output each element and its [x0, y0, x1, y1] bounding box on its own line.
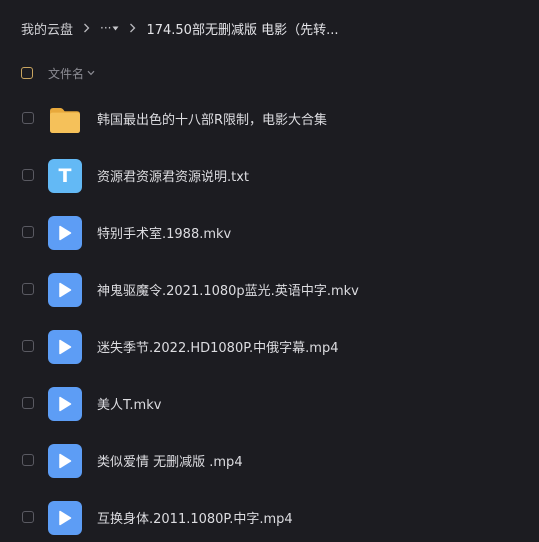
- breadcrumb: 我的云盘 ··· 174.50部无删减版 电影（先转...: [21, 17, 531, 39]
- select-all-checkbox[interactable]: [21, 67, 33, 79]
- folder-icon: [48, 102, 82, 136]
- video-file-icon: [48, 444, 82, 478]
- sort-by-name-button[interactable]: 文件名: [48, 65, 95, 82]
- file-name: 美人T.mkv: [97, 398, 162, 413]
- list-item[interactable]: 类似爱情 无删减版 .mp4: [0, 432, 539, 489]
- row-checkbox[interactable]: [22, 454, 34, 466]
- file-name: 特别手术室.1988.mkv: [97, 227, 232, 242]
- list-item[interactable]: 特别手术室.1988.mkv: [0, 204, 539, 261]
- file-name: 类似爱情 无删减版 .mp4: [97, 455, 243, 470]
- list-header: 文件名: [21, 62, 95, 84]
- list-item[interactable]: 美人T.mkv: [0, 375, 539, 432]
- file-name: 互换身体.2011.1080P.中字.mp4: [97, 512, 293, 527]
- breadcrumb-root[interactable]: 我的云盘: [21, 19, 73, 38]
- column-label: 文件名: [48, 66, 85, 81]
- text-file-glyph: T: [58, 164, 72, 187]
- row-checkbox[interactable]: [22, 340, 34, 352]
- video-file-icon: [48, 387, 82, 421]
- file-name: 韩国最出色的十八部R限制，电影大合集: [97, 113, 328, 128]
- list-item[interactable]: 韩国最出色的十八部R限制，电影大合集: [0, 90, 539, 147]
- list-item[interactable]: T 资源君资源君资源说明.txt: [0, 147, 539, 204]
- row-checkbox[interactable]: [22, 397, 34, 409]
- list-item[interactable]: 迷失季节.2022.HD1080P.中俄字幕.mp4: [0, 318, 539, 375]
- breadcrumb-current-folder[interactable]: 174.50部无删减版 电影（先转...: [146, 19, 338, 38]
- chevron-right-icon: [129, 23, 136, 33]
- more-label: ···: [100, 21, 112, 35]
- breadcrumb-more-dropdown[interactable]: ···: [100, 21, 119, 35]
- file-name: 神鬼驱魔令.2021.1080p蓝光.英语中字.mkv: [97, 284, 359, 299]
- chevron-down-icon: [87, 70, 95, 76]
- row-checkbox[interactable]: [22, 283, 34, 295]
- video-file-icon: [48, 501, 82, 535]
- file-browser: 我的云盘 ··· 174.50部无删减版 电影（先转... 文件名 韩国最出色的…: [0, 0, 539, 542]
- text-file-icon: T: [48, 159, 82, 193]
- file-name: 资源君资源君资源说明.txt: [97, 170, 250, 185]
- list-item[interactable]: 互换身体.2011.1080P.中字.mp4: [0, 489, 539, 542]
- video-file-icon: [48, 273, 82, 307]
- caret-down-icon: [112, 26, 119, 30]
- row-checkbox[interactable]: [22, 511, 34, 523]
- row-checkbox[interactable]: [22, 112, 34, 124]
- list-item[interactable]: 神鬼驱魔令.2021.1080p蓝光.英语中字.mkv: [0, 261, 539, 318]
- row-checkbox[interactable]: [22, 226, 34, 238]
- chevron-right-icon: [83, 23, 90, 33]
- video-file-icon: [48, 216, 82, 250]
- video-file-icon: [48, 330, 82, 364]
- file-name: 迷失季节.2022.HD1080P.中俄字幕.mp4: [97, 341, 339, 356]
- row-checkbox[interactable]: [22, 169, 34, 181]
